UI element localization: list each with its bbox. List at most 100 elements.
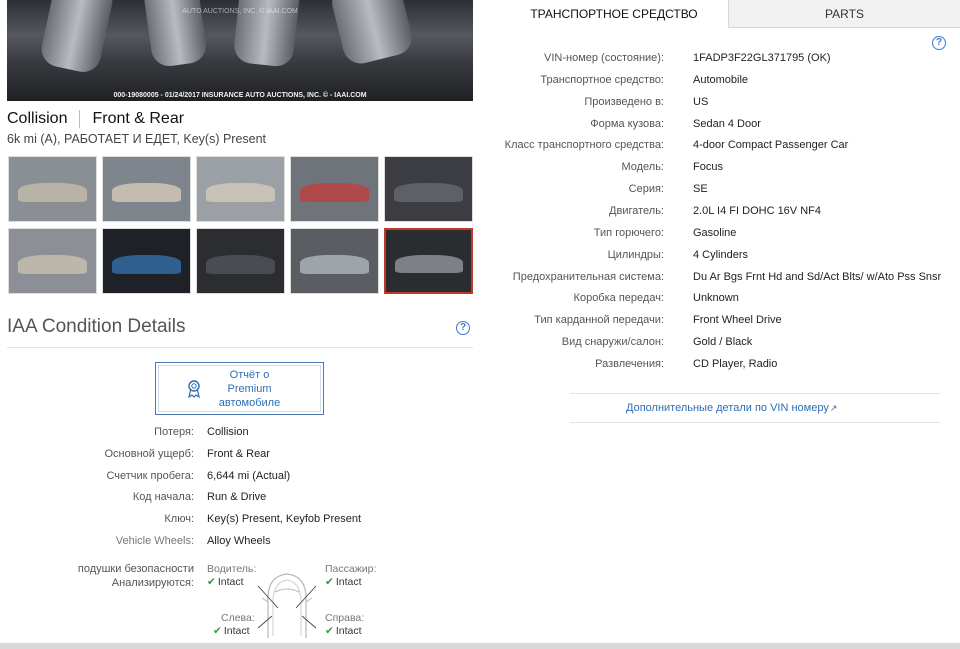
condition-row: Счетчик пробега: 6,644 mi (Actual) — [0, 470, 480, 486]
premium-report-label: Отчёт о Premium автомобиле — [218, 368, 281, 409]
spec-row: Тип горючего: Gasoline — [480, 227, 960, 243]
spec-row: Класс транспортного средства: 4-door Comp… — [480, 139, 960, 155]
vin-details-link[interactable]: Дополнительные детали по VIN номеру↗ — [626, 402, 837, 414]
spec-value: Gasoline — [693, 226, 737, 239]
condition-label: Потеря: — [154, 426, 194, 438]
airbag-driver: Водитель: ✔ Intact — [207, 563, 256, 589]
vin-details-link-label: Дополнительные детали по VIN номеру — [626, 402, 829, 414]
airbag-driver-position: Водитель: — [207, 563, 257, 575]
thumbnail-image[interactable] — [384, 228, 473, 294]
spec-label: Двигатель: — [609, 204, 664, 217]
airbag-passenger-status: Intact — [335, 576, 362, 588]
thumbnail-subject-shape — [299, 254, 370, 274]
airbag-right-position: Справа: — [325, 612, 365, 624]
spec-value: Unknown — [693, 292, 739, 305]
thumbnail-image[interactable] — [384, 156, 473, 222]
airbag-left-status: Intact — [223, 625, 250, 637]
spec-value: Focus — [693, 161, 723, 174]
thumbnail-subject-shape — [111, 254, 182, 274]
condition-row: Потеря: Collision — [0, 426, 480, 442]
spec-value: Du Ar Bgs Frnt Hd and Sd/Act Blts/ w/Ato… — [693, 270, 942, 283]
spec-label: Цилиндры: — [607, 248, 664, 261]
tab-parts[interactable]: PARTS — [728, 0, 960, 28]
condition-value: Run & Drive — [207, 491, 267, 504]
help-icon[interactable]: ? — [932, 36, 946, 50]
spec-label: Модель: — [621, 161, 664, 174]
spec-value: 2.0L I4 FI DOHC 16V NF4 — [693, 204, 821, 217]
spec-label: Серия: — [628, 183, 664, 196]
spec-value: Automobile — [693, 73, 749, 86]
photo-caption: 000-19080005 - 01/24/2017 INSURANCE AUTO… — [113, 92, 367, 99]
spec-row: Коробка передач: Unknown — [480, 292, 960, 308]
spec-value: SE — [693, 183, 708, 196]
external-link-icon: ↗ — [829, 403, 838, 413]
condition-row: Основной ущерб: Front & Rear — [0, 448, 480, 464]
airbag-left-position: Слева: — [221, 612, 255, 624]
spec-row: VIN-номер (состояние): 1FADP3F22GL371795 … — [480, 52, 960, 68]
thumbnail-image[interactable] — [290, 228, 379, 294]
spec-row: Двигатель: 2.0L I4 FI DOHC 16V NF4 — [480, 205, 960, 221]
spec-value: 4 Cylinders — [693, 248, 749, 261]
thumbnail-subject-shape — [393, 182, 464, 202]
spec-label: Коробка передач: — [573, 292, 664, 305]
right-column: ТРАНСПОРТНОЕ СРЕДСТВО PARTS ? VIN-номер … — [480, 0, 960, 649]
thumbnail-subject-shape — [17, 254, 88, 274]
airbags-label: подушки безопасности Анализируются: — [78, 562, 194, 590]
spec-label: Транспортное средство: — [540, 73, 664, 86]
condition-value: Alloy Wheels — [207, 535, 271, 547]
airbag-passenger: Пассажир: ✔ Intact — [325, 563, 376, 589]
car-outline-icon — [258, 573, 316, 638]
spec-label: Тип карданной передачи: — [534, 314, 664, 327]
spec-value: Front Wheel Drive — [693, 314, 782, 327]
spec-value: Sedan 4 Door — [693, 117, 761, 130]
condition-label: Vehicle Wheels: — [115, 535, 194, 547]
check-icon: ✔ — [207, 576, 216, 588]
airbags-label-line2: Анализируются: — [111, 577, 194, 589]
spec-row: Предохранительная система: Du Ar Bgs Frnt… — [480, 271, 960, 287]
spec-label: VIN-номер (состояние): — [544, 52, 664, 64]
thumbnail-image[interactable] — [102, 156, 191, 222]
airbag-left: Слева: ✔ Intact — [213, 612, 255, 638]
bottom-scroll-bar[interactable] — [0, 643, 960, 649]
help-icon[interactable]: ? — [456, 321, 470, 335]
thumbnail-image[interactable] — [8, 228, 97, 294]
spec-row: Форма кузова: Sedan 4 Door — [480, 118, 960, 134]
spec-label: Предохранительная система: — [512, 270, 664, 283]
left-column: AUTO AUCTIONS, INC. © IAAI.COM 000-19080… — [0, 0, 480, 649]
spec-label: Форма кузова: — [590, 117, 664, 130]
condition-section-title: IAA Condition Details — [7, 316, 186, 337]
spec-label: Вид снаружи/салон: — [561, 336, 664, 349]
thumbnail-image[interactable] — [196, 156, 285, 222]
thumbnail-image[interactable] — [196, 228, 285, 294]
vehicle-subtitle: 6k mi (A), РАБОТАЕТ И ЕДЕТ, Key(s) Prese… — [7, 132, 267, 146]
thumbnail-image[interactable] — [8, 156, 97, 222]
spec-row: Развлечения: CD Player, Radio — [480, 358, 960, 374]
medal-icon — [187, 379, 201, 398]
spec-row: Серия: SE — [480, 183, 960, 199]
spec-value: Gold / Black — [693, 336, 753, 349]
condition-label: Код начала: — [132, 491, 194, 504]
premium-report-button[interactable]: Отчёт о Premium автомобиле — [155, 362, 324, 415]
vehicle-title: Collision Front & Rear — [7, 110, 184, 128]
condition-value: Collision — [207, 426, 249, 438]
spec-value: 4-door Compact Passenger Car — [693, 139, 849, 152]
tab-vehicle[interactable]: ТРАНСПОРТНОЕ СРЕДСТВО — [500, 0, 728, 28]
damage-location-title: Front & Rear — [92, 110, 185, 127]
airbag-passenger-position: Пассажир: — [325, 563, 377, 575]
thumbnail-image[interactable] — [290, 156, 379, 222]
thumbnail-subject-shape — [17, 182, 88, 202]
divider — [7, 347, 473, 348]
check-icon: ✔ — [325, 576, 334, 588]
spec-row: Произведено в: US — [480, 96, 960, 112]
airbag-right: Справа: ✔ Intact — [325, 612, 364, 638]
spec-label: Класс транспортного средства: — [504, 139, 664, 152]
thumbnail-image[interactable] — [102, 228, 191, 294]
main-vehicle-photo[interactable]: AUTO AUCTIONS, INC. © IAAI.COM 000-19080… — [7, 0, 473, 101]
condition-label: Основной ущерб: — [104, 447, 194, 460]
condition-value: Front & Rear — [207, 447, 270, 460]
spec-value: US — [693, 95, 709, 108]
condition-value: 6,644 mi (Actual) — [207, 469, 291, 482]
spec-row: Модель: Focus — [480, 161, 960, 177]
check-icon: ✔ — [325, 625, 334, 637]
airbag-driver-status: Intact — [217, 576, 244, 588]
